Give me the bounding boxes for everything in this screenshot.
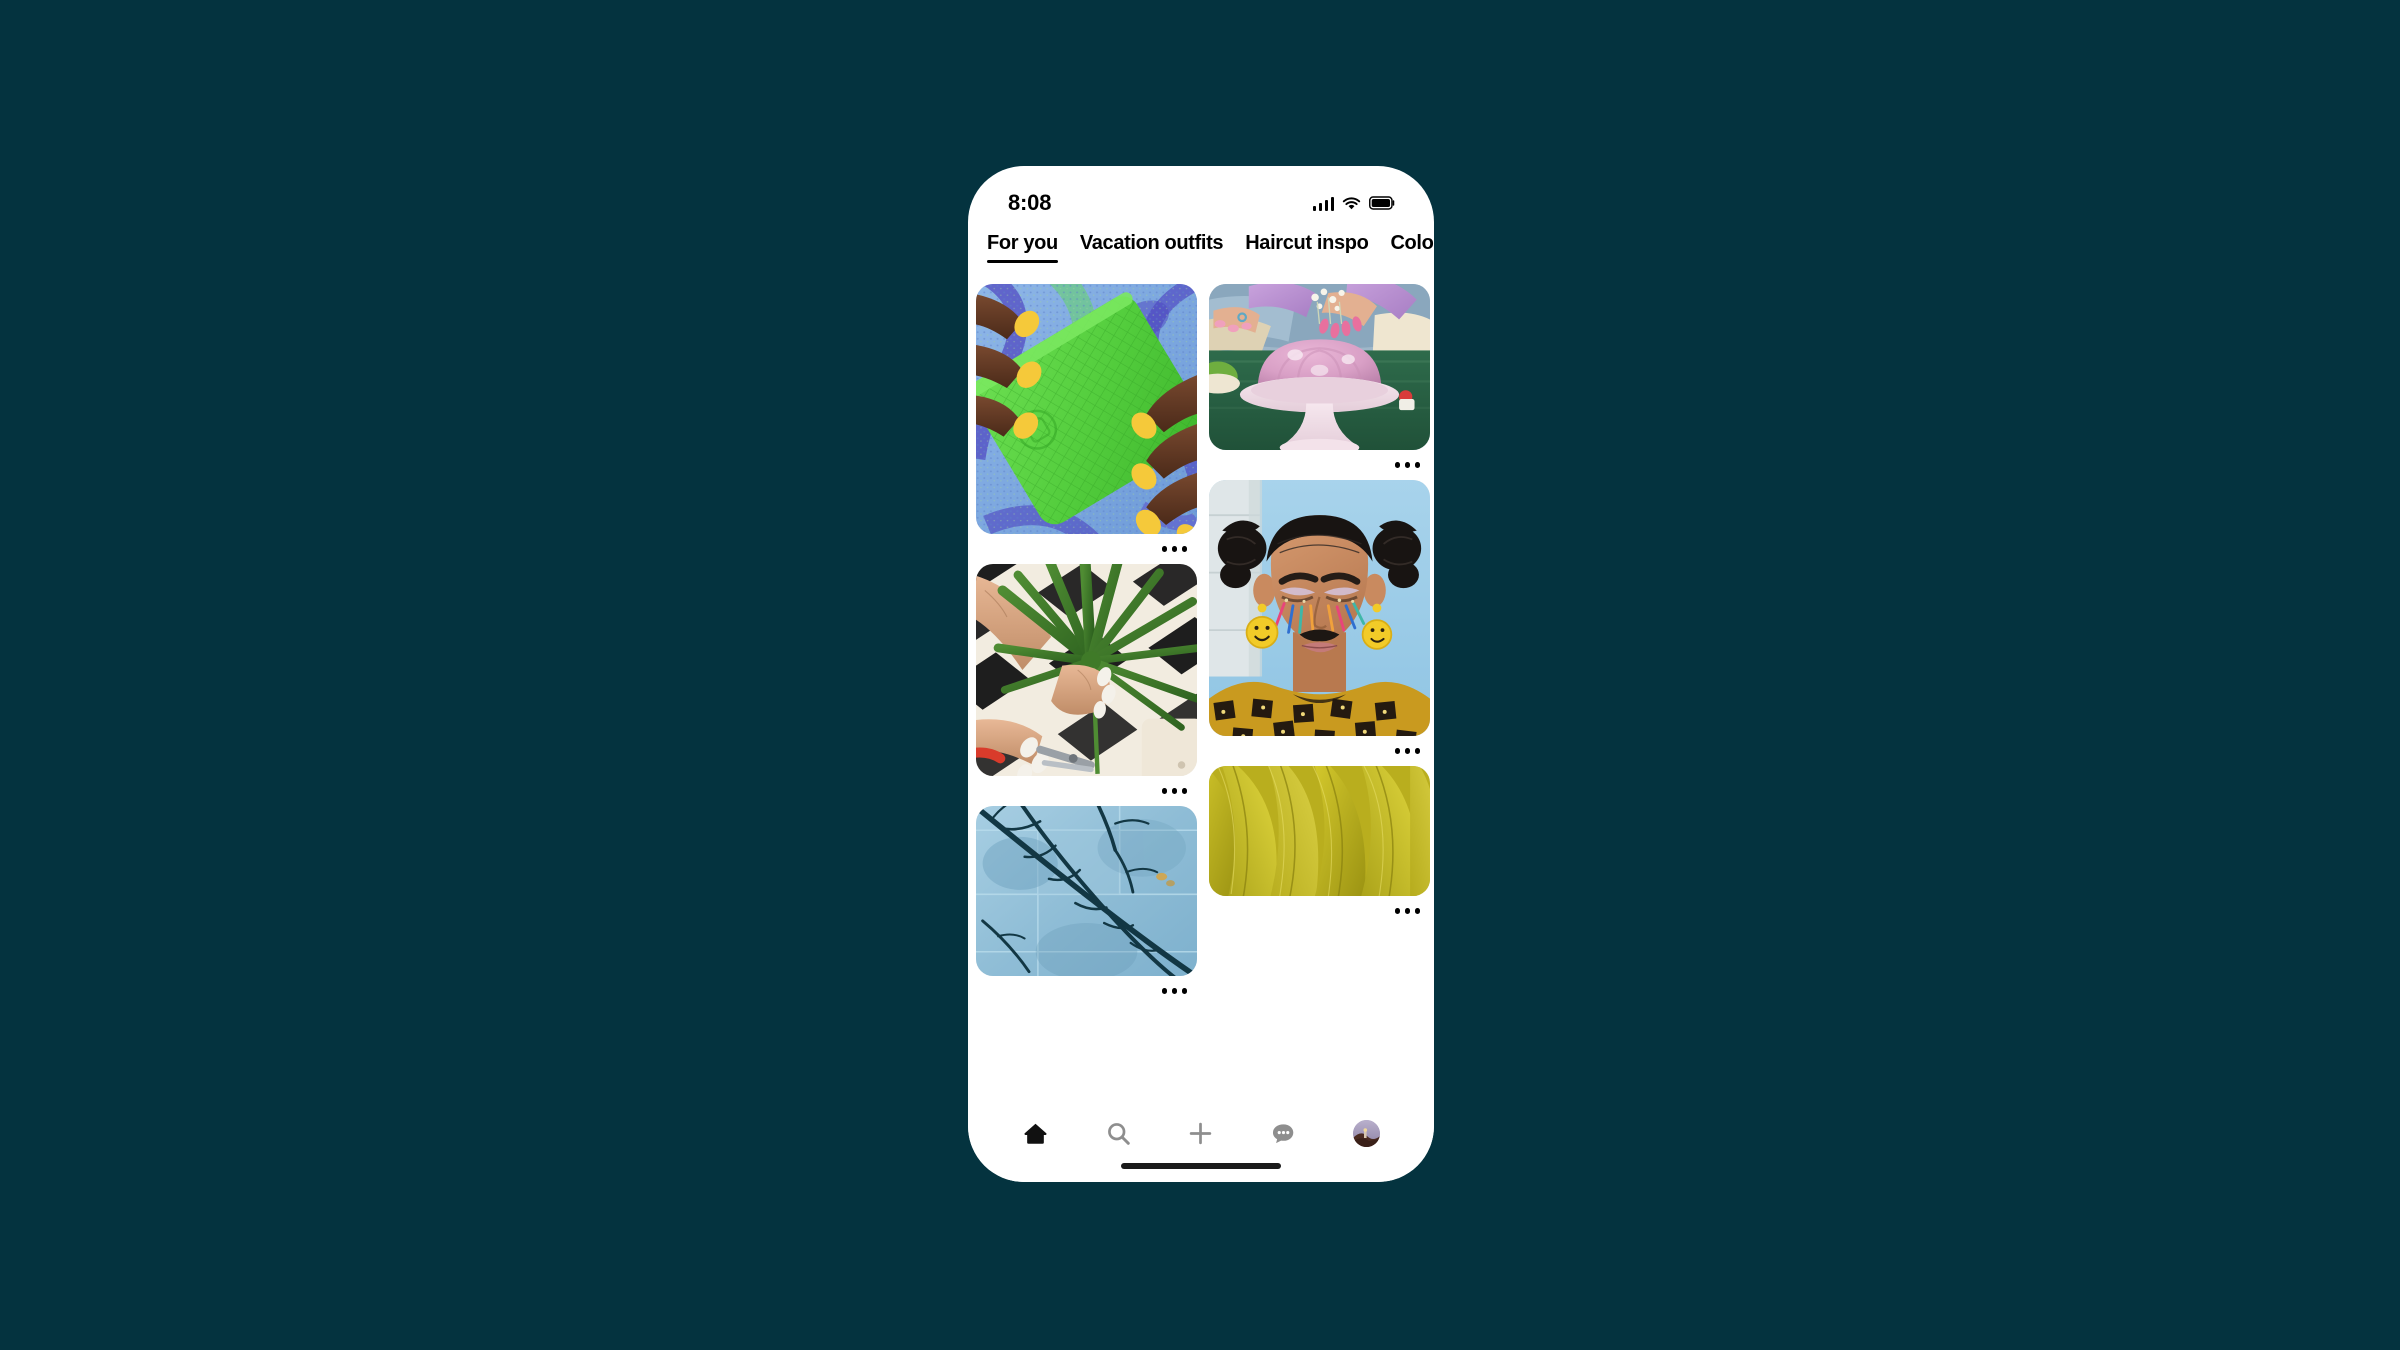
pin-image-jello-cake[interactable] <box>1209 284 1430 450</box>
nav-profile-button[interactable] <box>1346 1112 1388 1154</box>
tab-haircut-inspo[interactable]: Haircut inspo <box>1234 228 1379 255</box>
home-icon <box>1023 1121 1048 1146</box>
pin-actions <box>976 534 1197 564</box>
avatar <box>1353 1119 1381 1147</box>
plus-icon <box>1188 1121 1213 1146</box>
status-bar-time: 8:08 <box>1008 190 1052 215</box>
chat-bubble-icon <box>1271 1121 1296 1146</box>
pin-overflow-menu-icon[interactable] <box>1394 462 1420 468</box>
bottom-navigation-bar[interactable] <box>968 1098 1434 1182</box>
tab-colors[interactable]: Colo <box>1379 228 1434 255</box>
phone-frame: 8:08 For you Vacation outfits Haircut in… <box>968 166 1434 1182</box>
pin-actions <box>976 776 1197 806</box>
pin-card[interactable] <box>976 806 1197 1006</box>
pin-actions <box>976 976 1197 1006</box>
pin-card[interactable] <box>1209 766 1430 926</box>
nav-messages-button[interactable] <box>1263 1112 1305 1154</box>
feed-tab-bar[interactable]: For you Vacation outfits Haircut inspo C… <box>968 228 1434 280</box>
pin-actions <box>1209 896 1430 926</box>
pin-overflow-menu-icon[interactable] <box>1161 988 1187 994</box>
nav-create-button[interactable] <box>1180 1112 1222 1154</box>
search-icon <box>1106 1121 1131 1146</box>
pin-image-plant-trim[interactable] <box>976 564 1197 776</box>
pin-actions <box>1209 736 1430 766</box>
nav-search-button[interactable] <box>1097 1112 1139 1154</box>
pin-card[interactable] <box>976 564 1197 806</box>
home-indicator <box>1121 1163 1281 1169</box>
pin-image-branch-shadows[interactable] <box>976 806 1197 976</box>
status-bar-icons <box>1312 196 1397 211</box>
pin-overflow-menu-icon[interactable] <box>1394 748 1420 754</box>
pin-card[interactable] <box>1209 480 1430 766</box>
pin-image-phone-case[interactable] <box>976 284 1197 534</box>
tab-vacation-outfits[interactable]: Vacation outfits <box>1069 228 1234 255</box>
cellular-signal-icon <box>1312 196 1334 211</box>
pin-image-beauty-portrait[interactable] <box>1209 480 1430 736</box>
pin-card[interactable] <box>976 284 1197 564</box>
wifi-icon <box>1342 196 1361 211</box>
feed-column-right <box>1209 284 1430 1098</box>
pin-overflow-menu-icon[interactable] <box>1394 908 1420 914</box>
status-bar: 8:08 <box>968 166 1434 228</box>
pin-image-yellow-leaves[interactable] <box>1209 766 1430 896</box>
pin-overflow-menu-icon[interactable] <box>1161 788 1187 794</box>
nav-home-button[interactable] <box>1014 1112 1056 1154</box>
tab-for-you[interactable]: For you <box>976 228 1069 263</box>
pin-actions <box>1209 450 1430 480</box>
battery-full-icon <box>1369 196 1396 210</box>
pin-feed[interactable] <box>968 284 1434 1098</box>
pin-card[interactable] <box>1209 284 1430 480</box>
pin-overflow-menu-icon[interactable] <box>1161 546 1187 552</box>
feed-column-left <box>976 284 1197 1098</box>
